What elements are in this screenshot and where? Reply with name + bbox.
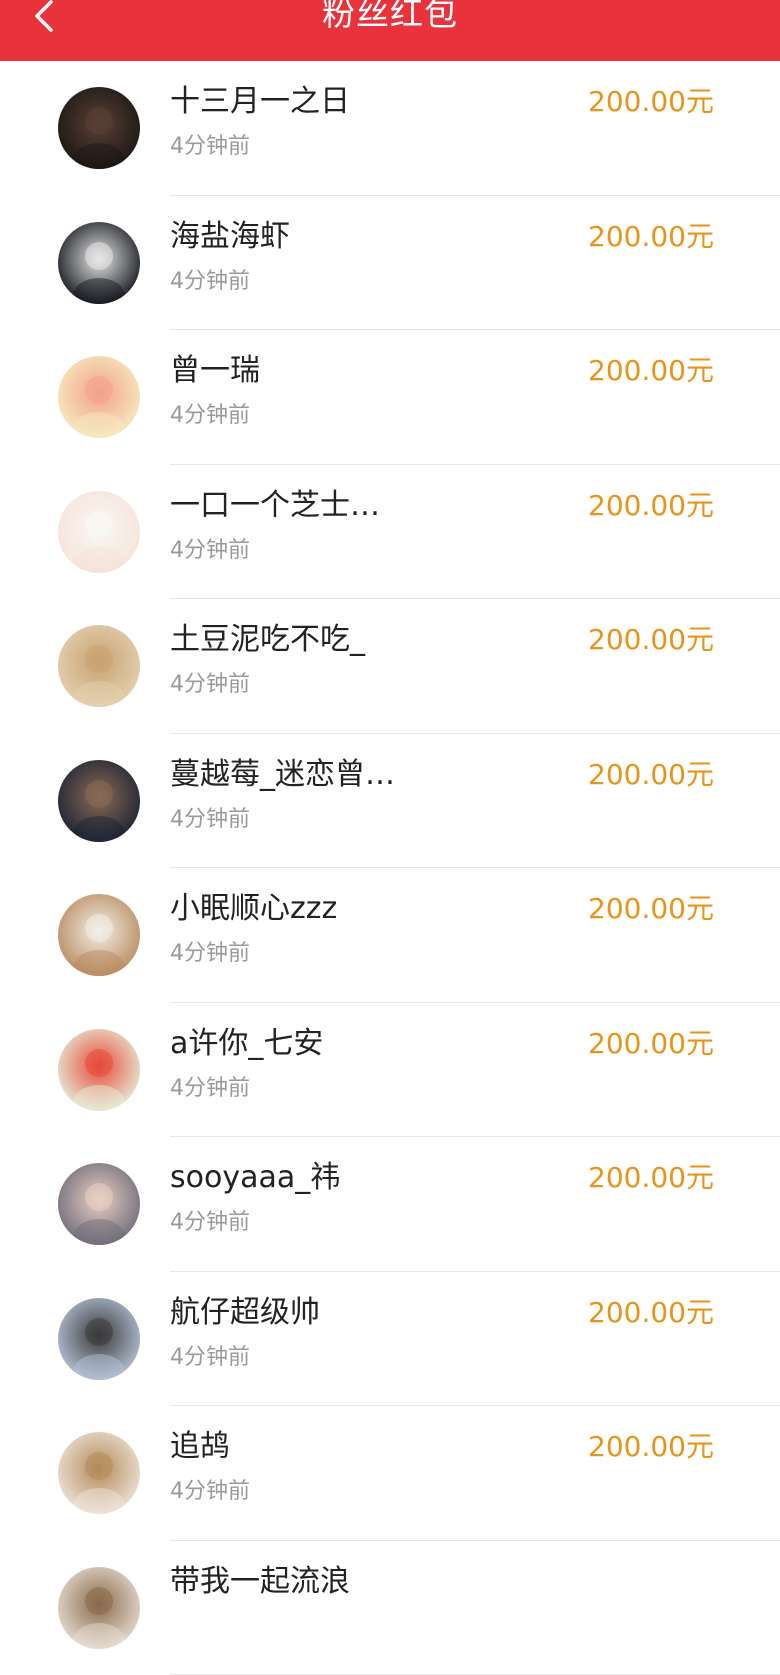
user-name: 十三月一之日 <box>170 81 350 123</box>
timestamp: 4分钟前 <box>170 669 250 701</box>
amount: 200.00元 <box>588 1426 714 1468</box>
avatar[interactable] <box>58 87 140 169</box>
avatar[interactable] <box>58 1432 140 1514</box>
list-item[interactable]: 蔓越莓_迷恋曾… 4分钟前 200.00元 <box>0 734 780 869</box>
list-item[interactable]: sooyaaa_祎 4分钟前 200.00元 <box>0 1137 780 1272</box>
list-item[interactable]: 海盐海虾 4分钟前 200.00元 <box>0 196 780 331</box>
list-item[interactable]: 十三月一之日 4分钟前 200.00元 <box>0 61 780 196</box>
amount: 200.00元 <box>588 1292 714 1334</box>
avatar[interactable] <box>58 760 140 842</box>
user-name: 海盐海虾 <box>170 216 290 258</box>
user-name: a许你_七安 <box>170 1023 323 1065</box>
watermark-overlay <box>616 1560 766 1588</box>
user-name: 一口一个芝士… <box>170 485 380 527</box>
list-item[interactable]: a许你_七安 4分钟前 200.00元 <box>0 1003 780 1138</box>
amount: 200.00元 <box>588 81 714 123</box>
avatar[interactable] <box>58 894 140 976</box>
list-item[interactable]: 追鸪 4分钟前 200.00元 <box>0 1406 780 1541</box>
timestamp: 4分钟前 <box>170 938 250 970</box>
amount: 200.00元 <box>588 888 714 930</box>
user-name: 带我一起流浪 <box>170 1561 350 1603</box>
avatar[interactable] <box>58 491 140 573</box>
amount: 200.00元 <box>588 350 714 392</box>
avatar[interactable] <box>58 1567 140 1649</box>
avatar[interactable] <box>58 1029 140 1111</box>
avatar[interactable] <box>58 222 140 304</box>
amount: 200.00元 <box>588 1157 714 1199</box>
timestamp: 4分钟前 <box>170 266 250 298</box>
timestamp: 4分钟前 <box>170 1073 250 1105</box>
list-item[interactable]: 一口一个芝士… 4分钟前 200.00元 <box>0 465 780 600</box>
timestamp: 4分钟前 <box>170 804 250 836</box>
avatar[interactable] <box>58 356 140 438</box>
user-name: 曾一瑞 <box>170 350 260 392</box>
timestamp: 4分钟前 <box>170 535 250 567</box>
user-name: 蔓越莓_迷恋曾… <box>170 754 395 796</box>
avatar[interactable] <box>58 1163 140 1245</box>
user-name: 土豆泥吃不吃_ <box>170 619 365 661</box>
amount: 200.00元 <box>588 485 714 527</box>
amount: 200.00元 <box>588 754 714 796</box>
timestamp: 4分钟前 <box>170 1342 250 1374</box>
list-item[interactable]: 土豆泥吃不吃_ 4分钟前 200.00元 <box>0 599 780 734</box>
user-name: 追鸪 <box>170 1426 230 1468</box>
list-item[interactable]: 航仔超级帅 4分钟前 200.00元 <box>0 1272 780 1407</box>
header-bar: 粉丝红包 <box>0 0 780 61</box>
list-item[interactable]: 曾一瑞 4分钟前 200.00元 <box>0 330 780 465</box>
user-name: 航仔超级帅 <box>170 1292 320 1334</box>
page-title: 粉丝红包 <box>0 0 780 36</box>
timestamp: 4分钟前 <box>170 400 250 432</box>
amount: 200.00元 <box>588 619 714 661</box>
amount: 200.00元 <box>588 1023 714 1065</box>
user-name: sooyaaa_祎 <box>170 1157 340 1199</box>
avatar[interactable] <box>58 1298 140 1380</box>
timestamp: 4分钟前 <box>170 131 250 163</box>
timestamp: 4分钟前 <box>170 1207 250 1239</box>
amount: 200.00元 <box>588 216 714 258</box>
avatar[interactable] <box>58 625 140 707</box>
timestamp: 4分钟前 <box>170 1476 250 1508</box>
user-name: 小眠顺心zzz <box>170 888 337 930</box>
red-packet-list: 十三月一之日4分钟前200.00元海盐海虾4分钟前200.00元曾一瑞4分钟前2… <box>0 61 780 1675</box>
list-item[interactable]: 小眠顺心zzz 4分钟前 200.00元 <box>0 868 780 1003</box>
